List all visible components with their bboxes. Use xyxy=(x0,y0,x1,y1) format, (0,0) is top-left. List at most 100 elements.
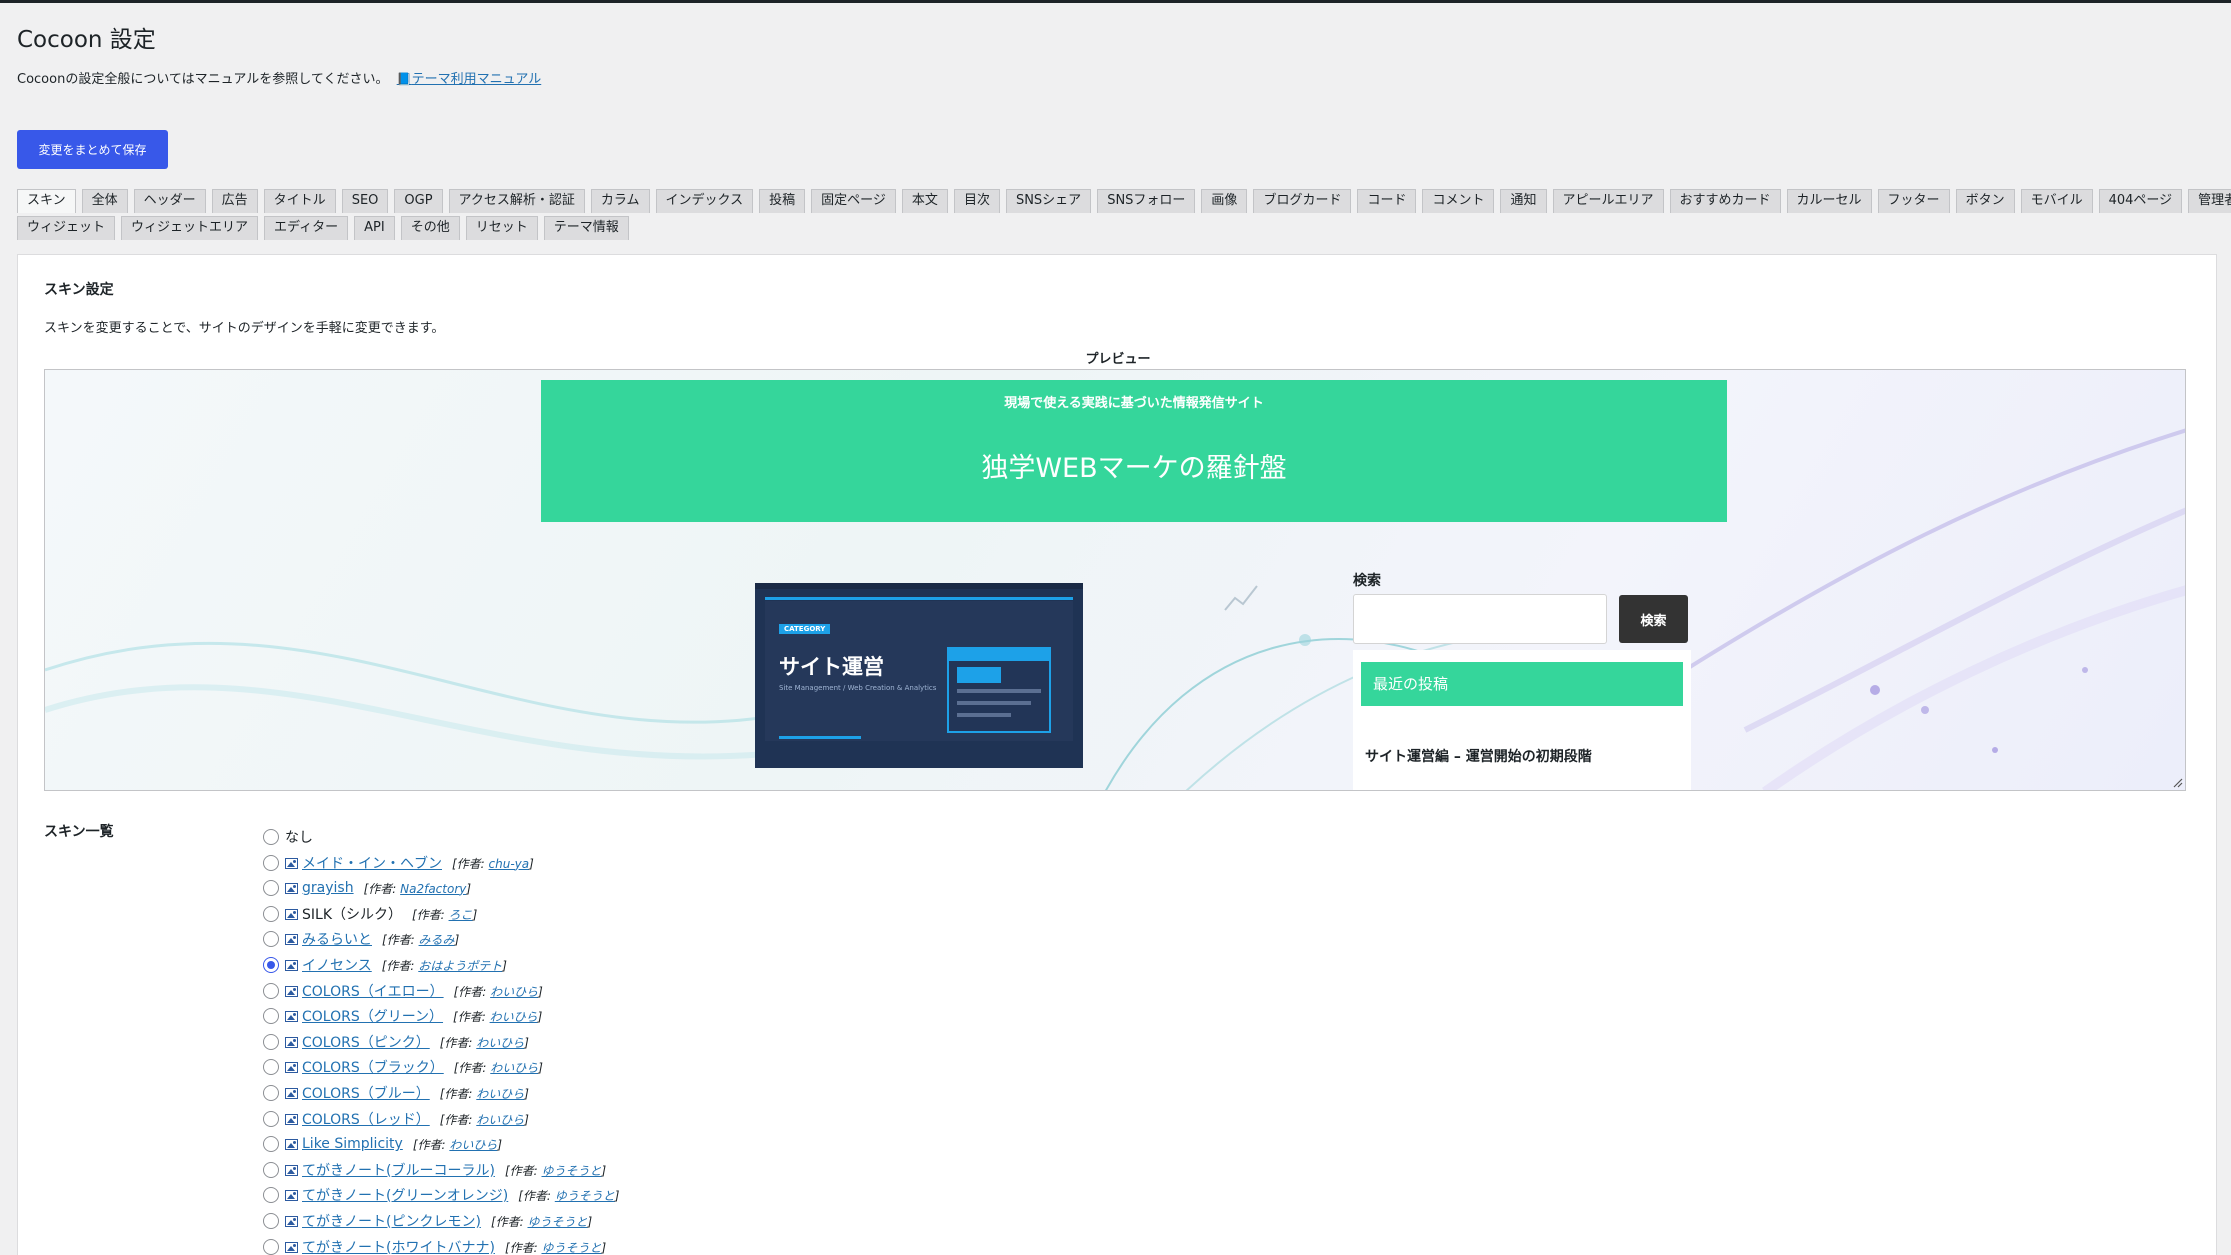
author-link[interactable]: Na2factory xyxy=(400,882,466,896)
tab-item[interactable]: アクセス解析・認証 xyxy=(448,189,585,213)
author-link[interactable]: わいひら xyxy=(490,1010,538,1024)
skin-radio[interactable] xyxy=(263,906,279,922)
tab-item[interactable]: 本文 xyxy=(901,189,948,213)
skin-name[interactable]: てがきノート(ブルーコーラル) xyxy=(302,1160,495,1180)
tab-item[interactable]: ブログカード xyxy=(1253,189,1352,213)
skin-radio[interactable] xyxy=(263,1136,279,1152)
tab-item[interactable]: エディター xyxy=(264,216,349,240)
tab-item[interactable]: ウィジェット xyxy=(17,216,116,240)
skin-option: COLORS（グリーン） [作者: わいひら] xyxy=(263,1006,542,1026)
save-all-button[interactable]: 変更をまとめて保存 xyxy=(17,130,168,169)
tab-item[interactable]: スキン xyxy=(17,189,76,213)
author-link[interactable]: みるみ xyxy=(419,933,455,947)
tab-item[interactable]: カルーセル xyxy=(1786,189,1872,213)
recent-post-link[interactable]: サイト運営編 – 運営開始の初期段階 xyxy=(1365,746,1592,766)
preview-search-input[interactable] xyxy=(1353,594,1607,644)
manual-link[interactable]: 📘テーマ利用マニュアル xyxy=(393,72,542,87)
skin-name[interactable]: COLORS（イエロー） xyxy=(302,981,444,1001)
tab-item[interactable]: API xyxy=(354,216,395,240)
skin-name[interactable]: COLORS（レッド） xyxy=(302,1109,430,1129)
tab-item[interactable]: 投稿 xyxy=(759,189,806,213)
tab-item[interactable]: 画像 xyxy=(1201,189,1248,213)
site-name: 独学WEBマーケの羅針盤 xyxy=(981,453,1287,484)
skin-radio[interactable] xyxy=(263,1187,279,1203)
skin-name[interactable]: COLORS（ピンク） xyxy=(302,1032,430,1052)
skin-name[interactable]: grayish xyxy=(302,880,354,896)
tab-item[interactable]: 固定ページ xyxy=(811,189,896,213)
image-icon xyxy=(285,908,298,920)
tab-item[interactable]: SNSシェア xyxy=(1005,189,1092,213)
author-link[interactable]: わいひら xyxy=(449,1138,497,1152)
tab-item[interactable]: 目次 xyxy=(953,189,1000,213)
tab-item[interactable]: アピールエリア xyxy=(1552,189,1664,213)
skin-name[interactable]: みるらいと xyxy=(302,929,372,949)
tab-item[interactable]: 404ページ xyxy=(2098,189,2183,213)
skin-name[interactable]: メイド・イン・ヘブン xyxy=(302,853,442,873)
tab-item[interactable]: その他 xyxy=(400,216,460,240)
author-link[interactable]: ろこ xyxy=(449,908,473,922)
author-link[interactable]: ゆうそうと xyxy=(541,1164,601,1178)
skin-radio[interactable] xyxy=(263,1008,279,1024)
tab-item[interactable]: ウィジェットエリア xyxy=(121,216,259,240)
skin-radio[interactable] xyxy=(263,829,279,845)
author-link[interactable]: わいひら xyxy=(476,1087,524,1101)
skin-radio[interactable] xyxy=(263,983,279,999)
tab-item[interactable]: OGP xyxy=(394,189,443,213)
skin-radio[interactable] xyxy=(263,1162,279,1178)
tab-item[interactable]: コメント xyxy=(1422,189,1495,213)
skin-name[interactable]: COLORS（ブラック） xyxy=(302,1057,444,1077)
tab-item[interactable]: テーマ情報 xyxy=(543,216,629,240)
tab-item[interactable]: おすすめカード xyxy=(1669,189,1781,213)
tab-item[interactable]: SNSフォロー xyxy=(1097,189,1196,213)
skin-name[interactable]: てがきノート(グリーンオレンジ) xyxy=(302,1185,508,1205)
tab-item[interactable]: コード xyxy=(1357,189,1417,213)
skin-name[interactable]: イノセンス xyxy=(302,955,372,975)
tab-item[interactable]: フッター xyxy=(1877,189,1950,213)
skin-radio[interactable] xyxy=(263,855,279,871)
skin-name[interactable]: てがきノート(ホワイトバナナ) xyxy=(302,1237,495,1255)
skin-name[interactable]: てがきノート(ピンクレモン) xyxy=(302,1211,481,1231)
skin-preview-frame[interactable]: 現場で使える実践に基づいた情報発信サイト 独学WEBマーケの羅針盤 CATEGO… xyxy=(44,369,2186,791)
author-link[interactable]: わいひら xyxy=(490,1061,538,1075)
skin-radio[interactable] xyxy=(263,1239,279,1255)
author-suffix: ] xyxy=(537,1009,543,1024)
settings-tabs-row-2: ウィジェット ウィジェットエリア エディター API その他 リセット テーマ情報 xyxy=(17,216,2217,240)
author-link[interactable]: ゆうそうと xyxy=(555,1189,615,1203)
author-link[interactable]: chu-ya xyxy=(489,857,530,871)
author-link[interactable]: わいひら xyxy=(476,1113,524,1127)
author-link[interactable]: ゆうそうと xyxy=(541,1241,601,1255)
skin-radio[interactable] xyxy=(263,1213,279,1229)
tab-item[interactable]: タイトル xyxy=(263,189,336,213)
skin-radio[interactable] xyxy=(263,880,279,896)
skin-option: COLORS（ピンク） [作者: わいひら] xyxy=(263,1032,529,1052)
tab-item[interactable]: 全体 xyxy=(81,189,128,213)
tab-item[interactable]: リセット xyxy=(465,216,538,240)
author-link[interactable]: ゆうそうと xyxy=(527,1215,587,1229)
author-link[interactable]: わいひら xyxy=(490,985,538,999)
skin-radio[interactable] xyxy=(263,1059,279,1075)
recent-posts-widget: 最近の投稿 サイト運営編 – 運営開始の初期段階 xyxy=(1353,650,1691,790)
skin-name[interactable]: COLORS（グリーン） xyxy=(302,1006,443,1026)
skin-option: COLORS（イエロー） [作者: わいひら] xyxy=(263,981,543,1001)
tab-item[interactable]: 通知 xyxy=(1500,189,1547,213)
skin-radio[interactable] xyxy=(263,957,279,973)
tab-item[interactable]: インデックス xyxy=(655,189,754,213)
preview-search-button[interactable]: 検索 xyxy=(1619,595,1688,643)
skin-radio[interactable] xyxy=(263,1085,279,1101)
tab-item[interactable]: モバイル xyxy=(2020,189,2093,213)
skin-name[interactable]: COLORS（ブルー） xyxy=(302,1083,430,1103)
tab-item[interactable]: ボタン xyxy=(1955,189,2015,213)
image-icon xyxy=(285,857,298,869)
skin-radio[interactable] xyxy=(263,931,279,947)
author-link[interactable]: わいひら xyxy=(476,1036,524,1050)
tab-item[interactable]: ヘッダー xyxy=(133,189,206,213)
skin-radio[interactable] xyxy=(263,1111,279,1127)
tab-item[interactable]: 広告 xyxy=(211,189,258,213)
tab-item[interactable]: SEO xyxy=(341,189,389,213)
author-link[interactable]: おはようポテト xyxy=(418,959,502,973)
skin-radio[interactable] xyxy=(263,1034,279,1050)
tab-item[interactable]: 管理者画面 xyxy=(2188,189,2231,213)
skin-name[interactable]: Like Simplicity xyxy=(302,1136,403,1152)
tab-item[interactable]: カラム xyxy=(590,189,650,213)
resize-handle-icon[interactable] xyxy=(2171,776,2183,788)
